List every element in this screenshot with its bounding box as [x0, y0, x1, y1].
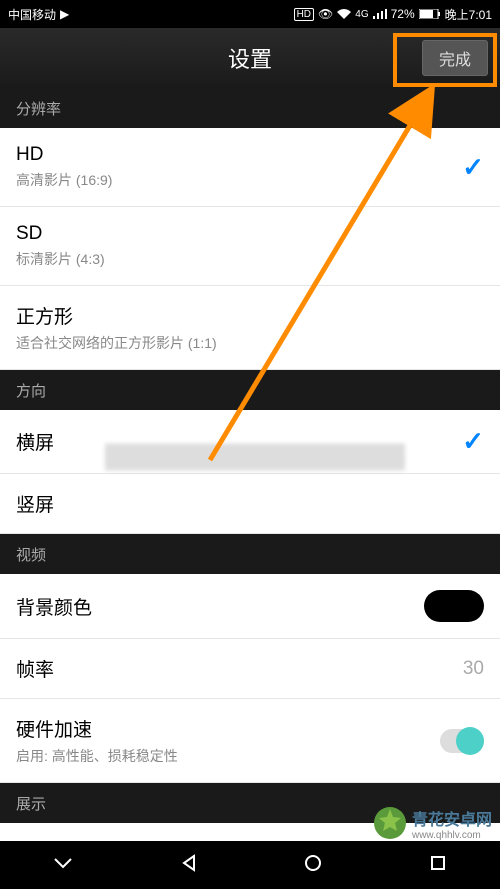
android-nav-bar: [0, 841, 500, 889]
watermark-logo-icon: [372, 805, 408, 841]
video-bg-color[interactable]: 背景颜色: [0, 574, 500, 639]
watermark-url: www.qhhlv.com: [412, 830, 492, 841]
nav-back-icon[interactable]: [180, 854, 198, 877]
option-subtitle: 启用: 高性能、损耗稳定性: [16, 746, 178, 766]
section-header-orientation: 方向: [0, 370, 500, 410]
video-hw-accel[interactable]: 硬件加速 启用: 高性能、损耗稳定性: [0, 699, 500, 783]
battery-icon: [419, 9, 441, 19]
nav-recent-icon[interactable]: [429, 854, 447, 877]
option-title: 背景颜色: [16, 593, 92, 620]
signal-icon: [373, 9, 387, 19]
option-subtitle: 高清影片 (16:9): [16, 170, 112, 190]
option-subtitle: 标清影片 (4:3): [16, 249, 105, 269]
frame-rate-value: 30: [463, 658, 484, 680]
option-title: HD: [16, 144, 112, 166]
checkmark-icon: ✓: [462, 152, 484, 183]
censored-region: [105, 444, 405, 470]
option-title: 竖屏: [16, 490, 54, 517]
time-label: 晚上7:01: [445, 6, 492, 23]
option-title: 正方形: [16, 302, 217, 329]
done-button[interactable]: 完成: [422, 40, 488, 76]
page-title: 设置: [228, 42, 272, 74]
network-4g: 4G: [355, 9, 368, 20]
section-header-video: 视频: [0, 534, 500, 574]
watermark-title: 青花安卓网: [412, 806, 492, 830]
option-subtitle: 适合社交网络的正方形影片 (1:1): [16, 333, 217, 353]
app-header: 设置 完成: [0, 28, 500, 88]
resolution-option-hd[interactable]: HD 高清影片 (16:9) ✓: [0, 128, 500, 207]
hw-accel-toggle[interactable]: [440, 729, 484, 753]
resolution-option-square[interactable]: 正方形 适合社交网络的正方形影片 (1:1): [0, 286, 500, 370]
nav-dropdown-icon[interactable]: [53, 856, 73, 874]
status-bar: 中国移动 ▶ HD 👁 4G 72% 晚上7:01: [0, 0, 500, 28]
section-header-resolution: 分辨率: [0, 88, 500, 128]
resolution-option-sd[interactable]: SD 标清影片 (4:3): [0, 207, 500, 286]
nav-home-icon[interactable]: [304, 854, 322, 877]
option-title: 横屏: [16, 428, 54, 455]
watermark: 青花安卓网 www.qhhlv.com: [372, 805, 492, 841]
play-icon: ▶: [60, 7, 69, 21]
eye-icon: 👁: [318, 7, 333, 21]
orientation-option-portrait[interactable]: 竖屏: [0, 474, 500, 534]
carrier-label: 中国移动: [8, 6, 56, 23]
option-title: 帧率: [16, 655, 54, 682]
checkmark-icon: ✓: [462, 426, 484, 457]
wifi-icon: [337, 9, 351, 19]
battery-percent: 72%: [391, 7, 415, 21]
color-swatch: [424, 590, 484, 622]
option-title: SD: [16, 223, 105, 245]
hd-badge: HD: [294, 8, 314, 21]
option-title: 硬件加速: [16, 715, 178, 742]
video-frame-rate[interactable]: 帧率 30: [0, 639, 500, 699]
